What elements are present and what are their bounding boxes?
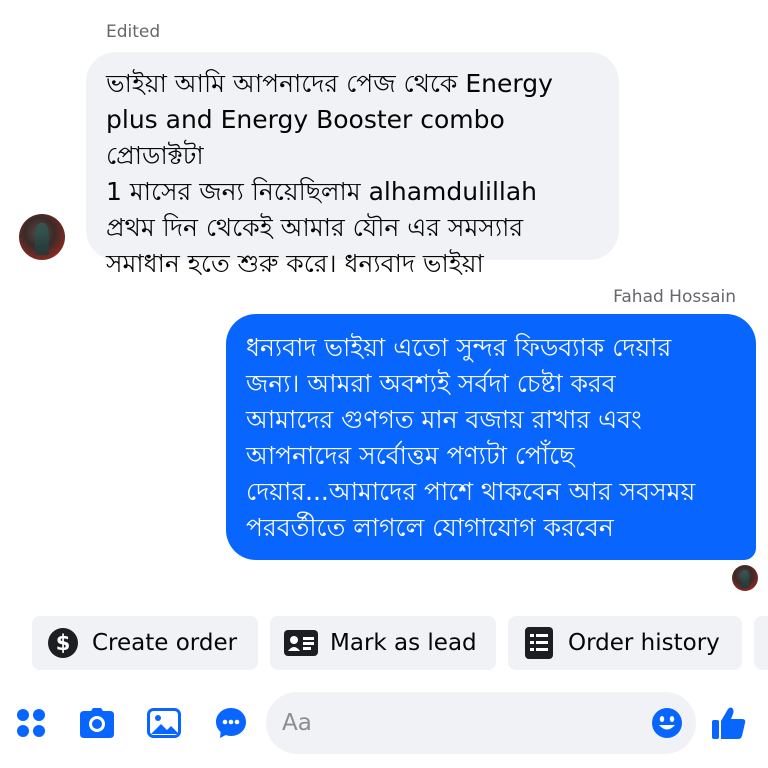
- send-like-button[interactable]: [712, 706, 746, 740]
- camera-icon: [80, 708, 114, 738]
- svg-text:$: $: [56, 631, 71, 655]
- more-actions-chip[interactable]: [754, 616, 768, 670]
- order-history-label: Order history: [568, 630, 720, 656]
- thumbs-up-icon: [712, 707, 746, 739]
- gallery-icon: [147, 708, 181, 738]
- gallery-button[interactable]: [147, 706, 181, 740]
- sender-avatar[interactable]: [19, 214, 65, 260]
- edited-label: Edited: [106, 22, 161, 42]
- mark-as-lead-label: Mark as lead: [330, 630, 477, 656]
- smiley-icon: [652, 708, 682, 738]
- mark-as-lead-button[interactable]: Mark as lead: [270, 616, 496, 670]
- apps-button[interactable]: [14, 706, 48, 740]
- dollar-icon: $: [46, 626, 80, 660]
- chat-bubble-icon: [216, 708, 246, 738]
- create-order-button[interactable]: $ Create order: [32, 616, 258, 670]
- seen-receipt-avatar: [732, 565, 758, 591]
- order-history-button[interactable]: Order history: [508, 616, 742, 670]
- emoji-button[interactable]: [650, 706, 684, 740]
- camera-button[interactable]: [80, 706, 114, 740]
- message-input-box[interactable]: [266, 692, 696, 754]
- apps-icon: [17, 709, 45, 737]
- message-input[interactable]: [280, 709, 636, 737]
- outgoing-message-bubble[interactable]: ধন্যবাদ ভাইয়া এতো সুন্দর ফিডব্যাক দেয়া…: [226, 314, 756, 560]
- message-composer: [0, 690, 768, 758]
- contact-card-icon: [284, 626, 318, 660]
- sender-name: Fahad Hossain: [613, 287, 736, 307]
- quick-actions-bar: $ Create order Mark as lead Order histor…: [0, 616, 768, 670]
- incoming-message-bubble[interactable]: ভাইয়া আমি আপনাদের পেজ থেকে Energy plus …: [86, 52, 619, 278]
- receipt-list-icon: [522, 626, 556, 660]
- create-order-label: Create order: [92, 630, 238, 656]
- chat-bubble-button[interactable]: [214, 706, 248, 740]
